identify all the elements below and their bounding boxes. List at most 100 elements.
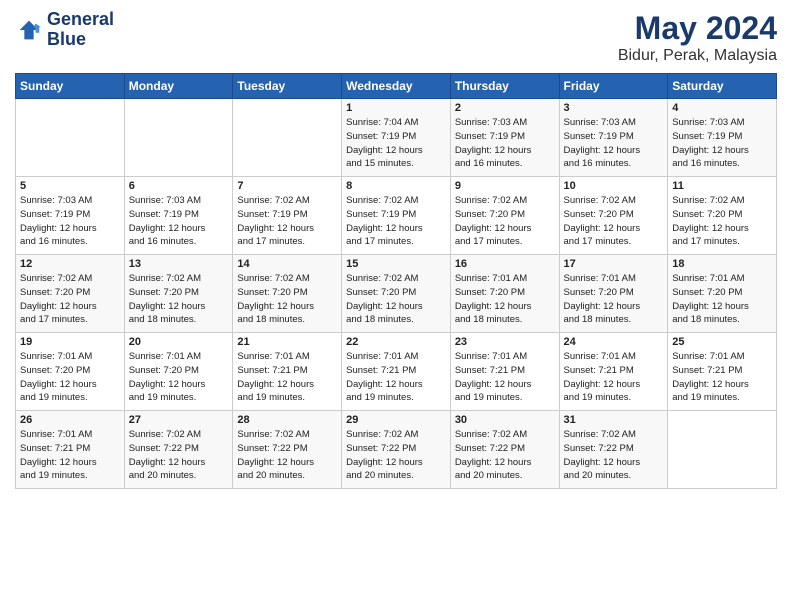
logo: General Blue [15,10,114,50]
week-row-4: 26 Sunrise: 7:01 AM Sunset: 7:21 PM Dayli… [16,411,777,489]
day-info: Sunrise: 7:01 AM Sunset: 7:21 PM Dayligh… [237,350,337,405]
day-cell: 21 Sunrise: 7:01 AM Sunset: 7:21 PM Dayli… [233,333,342,411]
day-cell: 23 Sunrise: 7:01 AM Sunset: 7:21 PM Dayli… [450,333,559,411]
day-cell: 10 Sunrise: 7:02 AM Sunset: 7:20 PM Dayli… [559,177,668,255]
header-cell-thursday: Thursday [450,74,559,99]
day-number: 17 [564,258,664,270]
day-number: 2 [455,102,555,114]
day-number: 18 [672,258,772,270]
week-row-3: 19 Sunrise: 7:01 AM Sunset: 7:20 PM Dayli… [16,333,777,411]
day-info: Sunrise: 7:03 AM Sunset: 7:19 PM Dayligh… [129,194,229,249]
day-info: Sunrise: 7:01 AM Sunset: 7:20 PM Dayligh… [20,350,120,405]
day-info: Sunrise: 7:02 AM Sunset: 7:19 PM Dayligh… [346,194,446,249]
day-cell: 16 Sunrise: 7:01 AM Sunset: 7:20 PM Dayli… [450,255,559,333]
logo-icon [15,16,43,44]
day-number: 19 [20,336,120,348]
day-cell: 25 Sunrise: 7:01 AM Sunset: 7:21 PM Dayli… [668,333,777,411]
day-info: Sunrise: 7:01 AM Sunset: 7:21 PM Dayligh… [672,350,772,405]
day-info: Sunrise: 7:02 AM Sunset: 7:20 PM Dayligh… [237,272,337,327]
day-cell [668,411,777,489]
day-cell: 8 Sunrise: 7:02 AM Sunset: 7:19 PM Daylig… [342,177,451,255]
day-cell: 28Sunrise: 7:02 AM Sunset: 7:22 PM Dayli… [233,411,342,489]
day-number: 29 [346,414,446,426]
day-cell: 26 Sunrise: 7:01 AM Sunset: 7:21 PM Dayli… [16,411,125,489]
day-cell [124,99,233,177]
day-number: 10 [564,180,664,192]
day-cell [16,99,125,177]
day-cell: 20 Sunrise: 7:01 AM Sunset: 7:20 PM Dayli… [124,333,233,411]
day-number: 8 [346,180,446,192]
day-number: 24 [564,336,664,348]
day-cell: 24Sunrise: 7:01 AM Sunset: 7:21 PM Dayli… [559,333,668,411]
week-row-1: 5Sunrise: 7:03 AM Sunset: 7:19 PM Daylig… [16,177,777,255]
day-cell: 13 Sunrise: 7:02 AM Sunset: 7:20 PM Dayli… [124,255,233,333]
day-number: 13 [129,258,229,270]
day-number: 9 [455,180,555,192]
day-cell: 17 Sunrise: 7:01 AM Sunset: 7:20 PM Dayli… [559,255,668,333]
day-info: Sunrise: 7:01 AM Sunset: 7:20 PM Dayligh… [672,272,772,327]
title-area: May 2024 Bidur, Perak, Malaysia [618,10,777,65]
day-info: Sunrise: 7:02 AM Sunset: 7:20 PM Dayligh… [455,194,555,249]
location-title: Bidur, Perak, Malaysia [618,47,777,65]
day-cell: 3Sunrise: 7:03 AM Sunset: 7:19 PM Daylig… [559,99,668,177]
day-cell: 4 Sunrise: 7:03 AM Sunset: 7:19 PM Daylig… [668,99,777,177]
day-number: 16 [455,258,555,270]
calendar-table: SundayMondayTuesdayWednesdayThursdayFrid… [15,73,777,489]
day-cell: 15Sunrise: 7:02 AM Sunset: 7:20 PM Dayli… [342,255,451,333]
header-cell-saturday: Saturday [668,74,777,99]
day-cell: 9 Sunrise: 7:02 AM Sunset: 7:20 PM Daylig… [450,177,559,255]
day-info: Sunrise: 7:01 AM Sunset: 7:21 PM Dayligh… [20,428,120,483]
day-number: 30 [455,414,555,426]
day-number: 23 [455,336,555,348]
day-number: 28 [237,414,337,426]
day-info: Sunrise: 7:01 AM Sunset: 7:21 PM Dayligh… [455,350,555,405]
day-info: Sunrise: 7:02 AM Sunset: 7:22 PM Dayligh… [564,428,664,483]
day-number: 27 [129,414,229,426]
week-row-0: 1Sunrise: 7:04 AM Sunset: 7:19 PM Daylig… [16,99,777,177]
header-cell-wednesday: Wednesday [342,74,451,99]
day-info: Sunrise: 7:02 AM Sunset: 7:22 PM Dayligh… [129,428,229,483]
day-info: Sunrise: 7:01 AM Sunset: 7:20 PM Dayligh… [129,350,229,405]
day-cell: 2Sunrise: 7:03 AM Sunset: 7:19 PM Daylig… [450,99,559,177]
day-info: Sunrise: 7:01 AM Sunset: 7:21 PM Dayligh… [346,350,446,405]
day-number: 21 [237,336,337,348]
logo-text: General Blue [47,10,114,50]
day-cell: 29 Sunrise: 7:02 AM Sunset: 7:22 PM Dayli… [342,411,451,489]
day-info: Sunrise: 7:01 AM Sunset: 7:20 PM Dayligh… [455,272,555,327]
day-number: 20 [129,336,229,348]
day-info: Sunrise: 7:03 AM Sunset: 7:19 PM Dayligh… [672,116,772,171]
day-cell: 11 Sunrise: 7:02 AM Sunset: 7:20 PM Dayli… [668,177,777,255]
day-number: 15 [346,258,446,270]
day-info: Sunrise: 7:04 AM Sunset: 7:19 PM Dayligh… [346,116,446,171]
day-number: 4 [672,102,772,114]
header-cell-monday: Monday [124,74,233,99]
day-cell: 27 Sunrise: 7:02 AM Sunset: 7:22 PM Dayli… [124,411,233,489]
day-cell: 1Sunrise: 7:04 AM Sunset: 7:19 PM Daylig… [342,99,451,177]
day-info: Sunrise: 7:01 AM Sunset: 7:20 PM Dayligh… [564,272,664,327]
day-number: 26 [20,414,120,426]
day-info: Sunrise: 7:02 AM Sunset: 7:22 PM Dayligh… [346,428,446,483]
day-info: Sunrise: 7:02 AM Sunset: 7:20 PM Dayligh… [20,272,120,327]
day-cell: 31 Sunrise: 7:02 AM Sunset: 7:22 PM Dayli… [559,411,668,489]
day-cell: 30 Sunrise: 7:02 AM Sunset: 7:22 PM Dayli… [450,411,559,489]
day-info: Sunrise: 7:02 AM Sunset: 7:20 PM Dayligh… [672,194,772,249]
page: General Blue May 2024 Bidur, Perak, Mala… [0,0,792,499]
day-info: Sunrise: 7:03 AM Sunset: 7:19 PM Dayligh… [20,194,120,249]
day-info: Sunrise: 7:02 AM Sunset: 7:19 PM Dayligh… [237,194,337,249]
day-number: 31 [564,414,664,426]
header-cell-tuesday: Tuesday [233,74,342,99]
day-cell: 18 Sunrise: 7:01 AM Sunset: 7:20 PM Dayli… [668,255,777,333]
day-info: Sunrise: 7:02 AM Sunset: 7:20 PM Dayligh… [129,272,229,327]
calendar-body: 1Sunrise: 7:04 AM Sunset: 7:19 PM Daylig… [16,99,777,489]
day-number: 14 [237,258,337,270]
day-number: 25 [672,336,772,348]
day-cell [233,99,342,177]
day-info: Sunrise: 7:02 AM Sunset: 7:20 PM Dayligh… [564,194,664,249]
day-cell: 6Sunrise: 7:03 AM Sunset: 7:19 PM Daylig… [124,177,233,255]
day-info: Sunrise: 7:02 AM Sunset: 7:22 PM Dayligh… [455,428,555,483]
header-cell-friday: Friday [559,74,668,99]
day-cell: 7Sunrise: 7:02 AM Sunset: 7:19 PM Daylig… [233,177,342,255]
calendar-header: SundayMondayTuesdayWednesdayThursdayFrid… [16,74,777,99]
day-number: 11 [672,180,772,192]
day-cell: 19 Sunrise: 7:01 AM Sunset: 7:20 PM Dayli… [16,333,125,411]
